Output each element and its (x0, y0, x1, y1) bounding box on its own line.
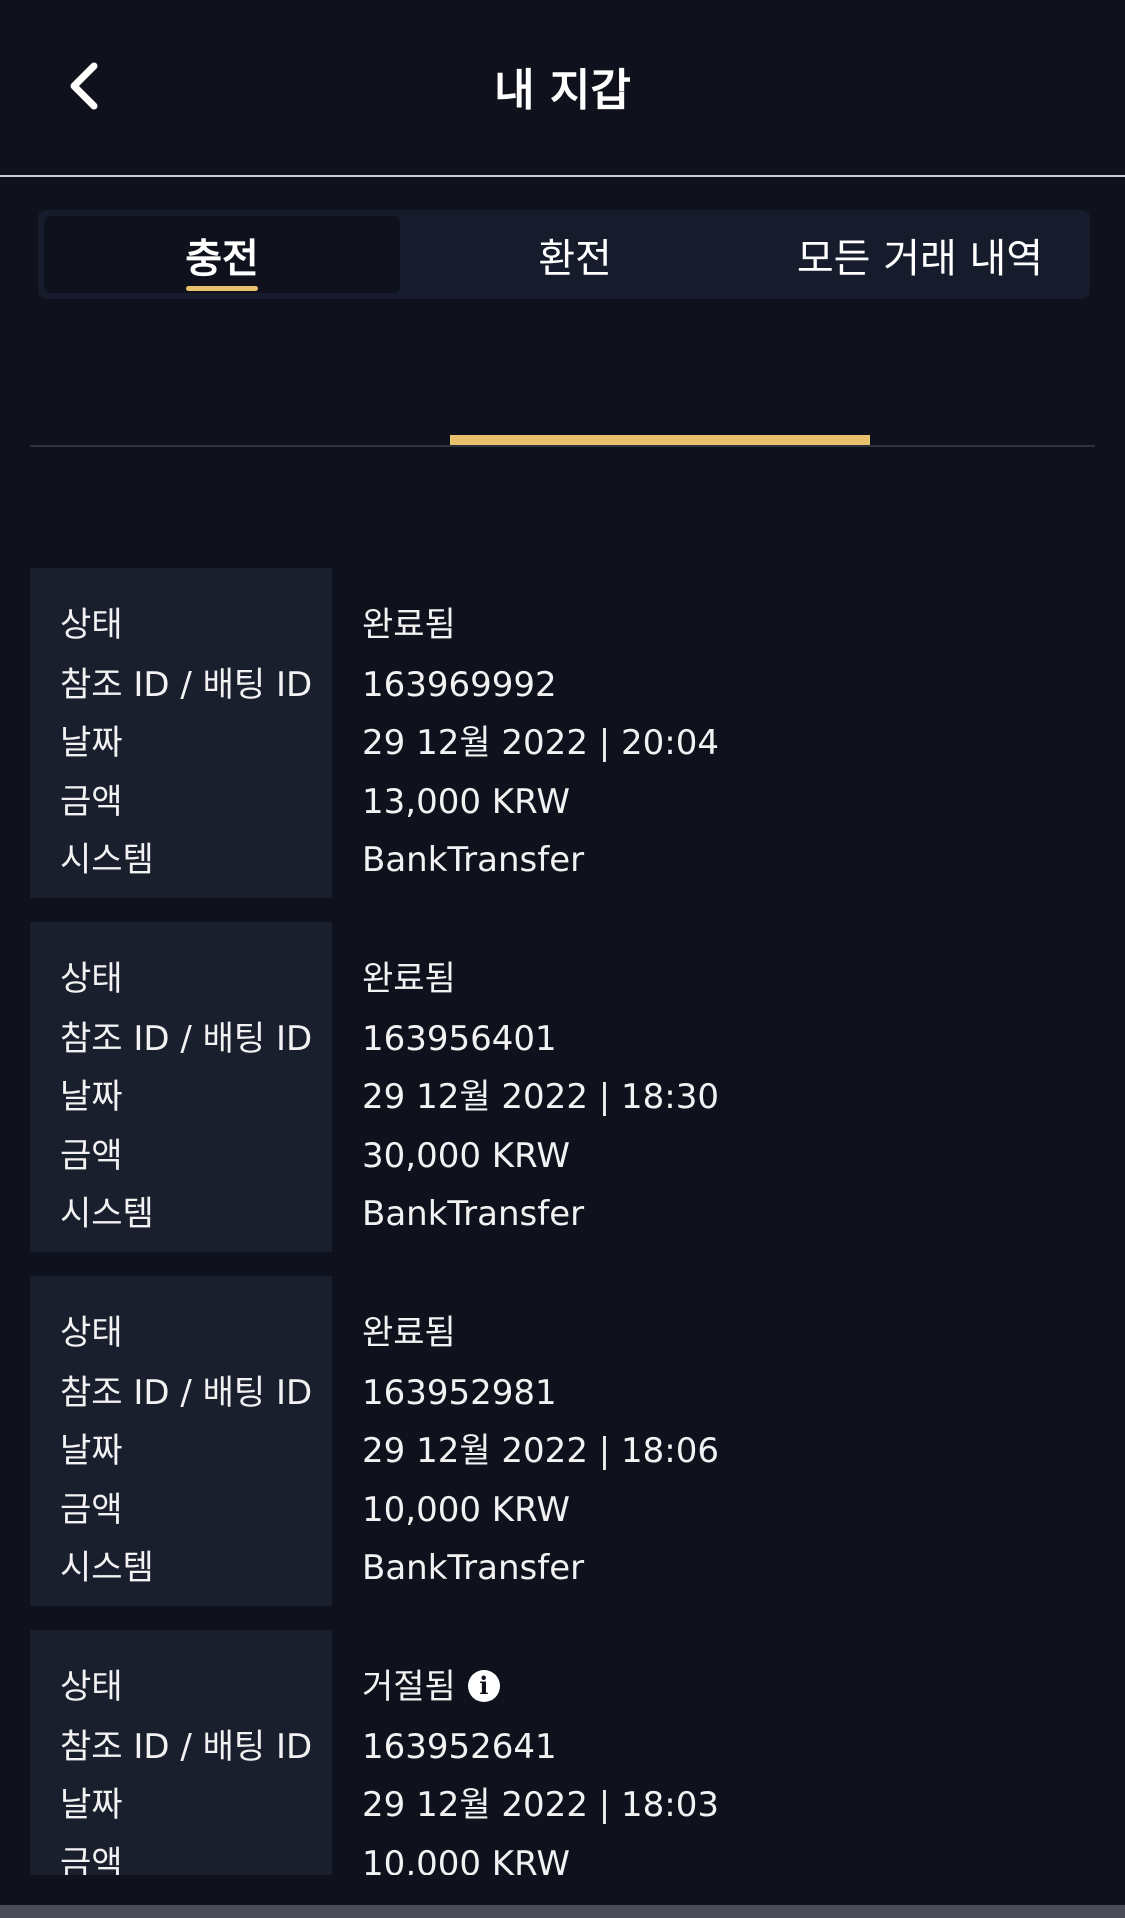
bottom-edge-bar (0, 1905, 1125, 1918)
tab-deposit-label: 충전 (185, 235, 259, 282)
status-label: 상태 (60, 605, 123, 645)
ref-id-value: 163956401 (362, 1019, 557, 1059)
wallet-page: 내 지갑 충전 환전 모든 거래 내역 상태 참조 ID / 배팅 ID 날짜 … (0, 0, 1125, 1918)
date-value: 29 12월 2022 | 18:30 (362, 1077, 720, 1117)
transaction-card: 상태 참조 ID / 배팅 ID 날짜 금액 시스템 완료됨 163956401… (30, 922, 1095, 1252)
system-label: 시스템 (60, 1548, 154, 1588)
system-label: 시스템 (60, 840, 154, 880)
amount-label: 금액 (60, 1844, 123, 1875)
status-value: 완료됨 (362, 1313, 456, 1353)
status-label: 상태 (60, 1313, 123, 1353)
status-value: 완료됨 (362, 959, 456, 999)
status-value: 완료됨 (362, 605, 456, 645)
ref-id-label: 참조 ID / 배팅 ID (60, 1019, 313, 1059)
tab-withdraw[interactable]: 환전 (400, 210, 750, 299)
status-label: 상태 (60, 1667, 123, 1707)
tab-withdraw-label: 환전 (538, 235, 612, 282)
ref-id-label: 참조 ID / 배팅 ID (60, 665, 313, 705)
amount-label: 금액 (60, 1136, 123, 1176)
system-value: BankTransfer (362, 1194, 585, 1234)
amount-value: 10,000 KRW (362, 1490, 570, 1530)
system-value: BankTransfer (362, 1548, 585, 1588)
active-tab-indicator (186, 286, 258, 291)
amount-value: 30,000 KRW (362, 1136, 570, 1176)
wallet-tabs: 충전 환전 모든 거래 내역 (38, 210, 1090, 299)
tab-deposit[interactable]: 충전 (44, 216, 400, 293)
info-icon[interactable]: i (467, 1669, 500, 1702)
tab-all-transactions-label: 모든 거래 내역 (796, 235, 1044, 282)
transaction-card: 상태 참조 ID / 배팅 ID 날짜 금액 시스템 완료됨 163969992… (30, 568, 1095, 898)
amount-value: 13,000 KRW (362, 782, 570, 822)
ref-id-label: 참조 ID / 배팅 ID (60, 1373, 313, 1413)
amount-value: 10,000 KRW (362, 1844, 570, 1875)
date-value: 29 12월 2022 | 18:06 (362, 1431, 720, 1471)
progress-track (30, 445, 1095, 447)
page-title: 내 지갑 (494, 64, 631, 116)
tab-all-transactions[interactable]: 모든 거래 내역 (750, 210, 1090, 299)
transaction-card: 상태 참조 ID / 배팅 ID 날짜 금액 거절됨 i 163952641 29… (30, 1630, 1095, 1875)
date-label: 날짜 (60, 723, 123, 763)
status-value-row: 거절됨 i (362, 1665, 500, 1709)
transaction-card: 상태 참조 ID / 배팅 ID 날짜 금액 시스템 완료됨 163952981… (30, 1276, 1095, 1606)
date-value: 29 12월 2022 | 20:04 (362, 723, 720, 763)
status-label: 상태 (60, 959, 123, 999)
date-label: 날짜 (60, 1077, 123, 1117)
date-label: 날짜 (60, 1785, 123, 1825)
ref-id-value: 163952981 (362, 1373, 557, 1413)
date-value: 29 12월 2022 | 18:03 (362, 1785, 720, 1825)
amount-label: 금액 (60, 782, 123, 822)
status-value: 거절됨 (362, 1667, 456, 1707)
back-button[interactable] (52, 52, 116, 120)
chevron-left-icon (70, 62, 98, 110)
date-label: 날짜 (60, 1431, 123, 1471)
ref-id-label: 참조 ID / 배팅 ID (60, 1727, 313, 1767)
system-label: 시스템 (60, 1194, 154, 1234)
system-value: BankTransfer (362, 840, 585, 880)
ref-id-value: 163969992 (362, 665, 557, 705)
ref-id-value: 163952641 (362, 1727, 557, 1767)
top-app-bar: 내 지갑 (0, 0, 1125, 177)
amount-label: 금액 (60, 1490, 123, 1530)
progress-indicator (450, 435, 870, 445)
